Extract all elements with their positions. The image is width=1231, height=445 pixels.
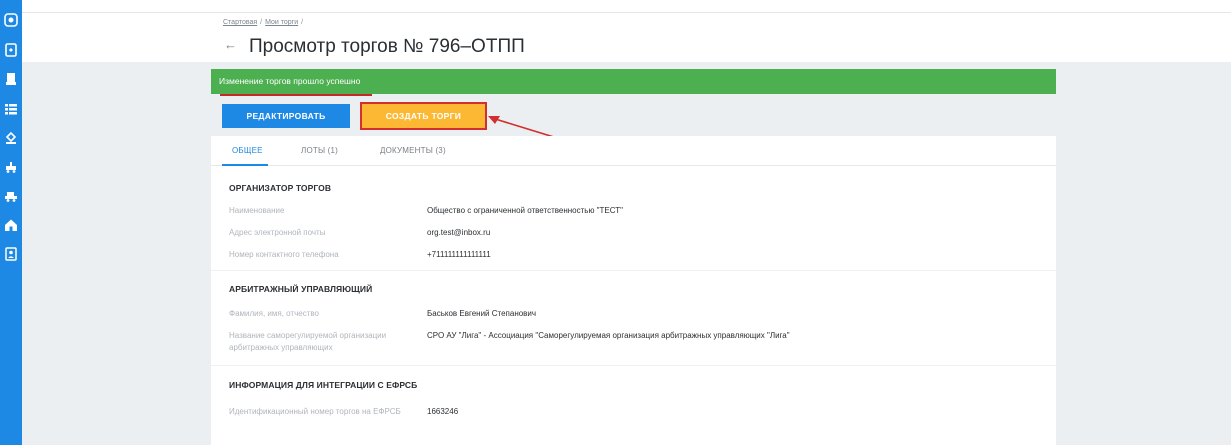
success-banner: Изменение торгов прошло успешно [211,69,1056,94]
section-divider [211,270,1056,271]
manager-name-value: Баськов Евгений Степанович [427,309,537,318]
field-label: Номер контактного телефона [229,250,339,259]
efrsb-id-value: 1663246 [427,407,459,416]
breadcrumb-separator: / [260,19,263,26]
manager-section-title: АРБИТРАЖНЫЙ УПРАВЛЯЮЩИЙ [229,284,373,294]
page-title: Просмотр торгов № 796–ОТПП [249,36,525,57]
contacts-icon[interactable] [4,247,18,261]
field-label: Фамилия, имя, отчество [229,309,319,318]
organizer-section-title: ОРГАНИЗАТОР ТОРГОВ [229,183,332,193]
edit-button[interactable]: РЕДАКТИРОВАТЬ [222,104,350,128]
page-header [22,0,1231,62]
organization-name-value: Общество с ограниченной ответственностью… [427,206,623,215]
create-trades-button[interactable]: СОЗДАТЬ ТОРГИ [360,102,487,130]
tab-documents[interactable]: ДОКУМЕНТЫ (3) [380,146,446,155]
breadcrumb: Стартовая / Мои торги / [223,19,306,26]
active-tab-indicator [222,164,268,166]
breadcrumb-home-link[interactable]: Стартовая [223,19,257,26]
field-label: Идентификационный номер торгов на ЕФРСБ [229,407,401,416]
email-value: org.test@inbox.ru [427,228,491,237]
header-divider [22,12,1231,13]
field-label: Название саморегулируемой организации ар… [229,331,387,352]
home-icon[interactable] [4,218,18,232]
document-icon[interactable] [4,43,18,57]
phone-value: +711111111111111 [427,250,491,259]
transport-icon[interactable] [4,160,18,174]
logo-icon[interactable] [4,13,18,27]
sidebar [0,0,22,445]
certificate-icon[interactable] [4,72,18,86]
gavel-icon[interactable] [4,131,18,145]
breadcrumb-separator: / [301,19,304,26]
efrsb-section-title: ИНФОРМАЦИЯ ДЛЯ ИНТЕГРАЦИИ С ЕФРСБ [229,380,418,390]
sro-name-value: СРО АУ "Лига" - Ассоциация "Саморегулиру… [427,331,790,340]
section-divider [211,365,1056,366]
tab-general[interactable]: ОБЩЕЕ [232,146,263,155]
success-message: Изменение торгов прошло успешно [219,76,361,86]
breadcrumb-my-trades-link[interactable]: Мои торги [265,19,298,26]
list-icon[interactable] [4,102,18,116]
field-label: Наименование [229,206,285,215]
arrow-left-icon[interactable]: ← [224,38,238,52]
vehicle-icon[interactable] [4,189,18,203]
tab-lots[interactable]: ЛОТЫ (1) [301,146,338,155]
field-label: Адрес электронной почты [229,228,326,237]
